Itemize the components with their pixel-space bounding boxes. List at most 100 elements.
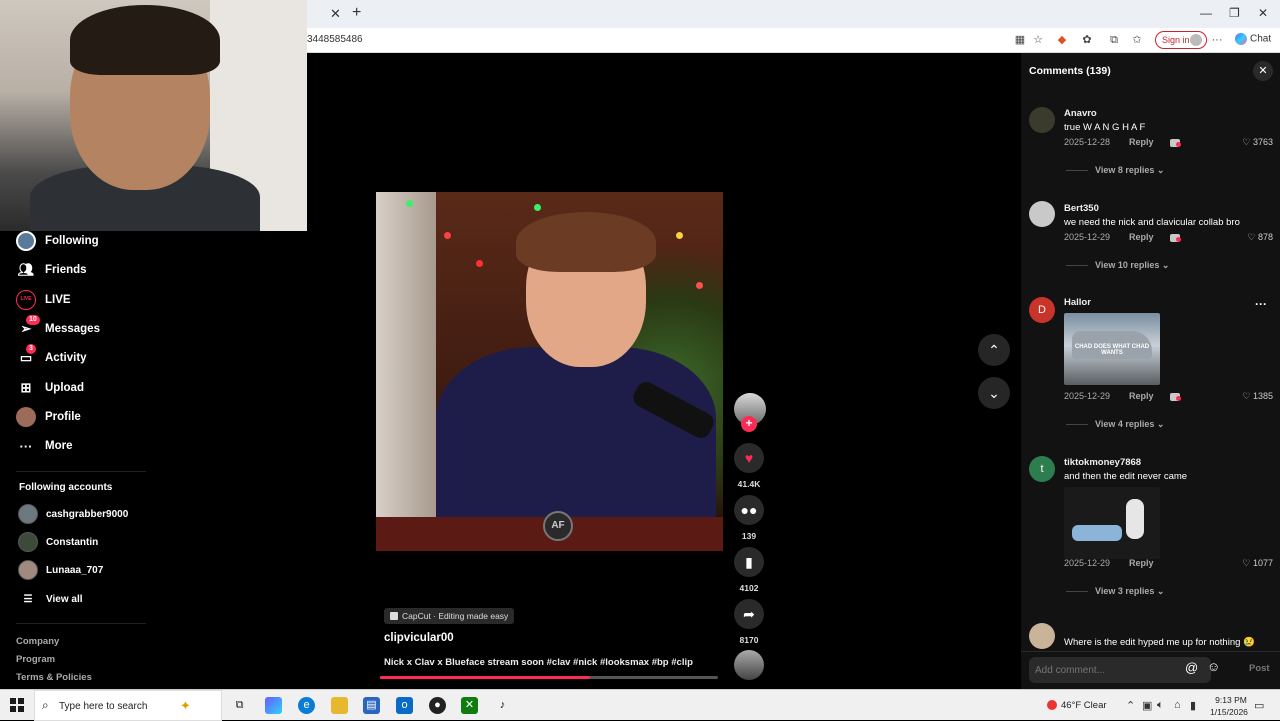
sidebar-item-more[interactable]: ··· More [16, 434, 73, 458]
comment-username[interactable]: Anavro [1064, 108, 1097, 119]
volume-icon[interactable]: 🔈︎ [1157, 699, 1164, 712]
christmas-light [696, 282, 703, 289]
next-video-chevron-down-icon[interactable]: ⌄ [978, 377, 1010, 409]
comment-avatar[interactable]: t [1029, 456, 1055, 482]
view-replies-button[interactable]: View 4 replies ⌄ [1095, 419, 1164, 430]
comment-image-meme[interactable]: CHAD DOES WHAT CHAD WANTS [1064, 313, 1160, 385]
minimize-icon[interactable]: — [1200, 6, 1212, 20]
post-button[interactable]: Post [1249, 663, 1270, 674]
comment-username[interactable]: tiktokmoney7868 [1064, 457, 1141, 468]
taskbar-search-box[interactable]: ⌕ Type here to search ✦ [34, 690, 222, 721]
tiktok-icon[interactable]: ♪ [494, 697, 511, 714]
task-view-icon[interactable]: ⧉ [231, 697, 248, 714]
extension-icon[interactable]: ◆ [1055, 33, 1069, 47]
footer-link-program[interactable]: Program [16, 654, 55, 665]
video-progress-bar[interactable] [380, 676, 718, 679]
view-replies-button[interactable]: View 8 replies ⌄ [1095, 165, 1164, 176]
following-account-item[interactable]: Lunaaa_707 [18, 560, 103, 580]
like-heart-icon[interactable]: ♥ [734, 443, 764, 473]
comment-more-options-icon[interactable]: ··· [1255, 297, 1267, 311]
comment-like-count[interactable]: ♡ 3763 [1221, 137, 1273, 148]
tray-chevron-up-icon[interactable]: ⌃ [1126, 699, 1135, 712]
weather-text: 46°F Clear [1061, 700, 1107, 711]
network-icon[interactable]: ⌂ [1174, 699, 1181, 711]
comment-date: 2025-12-29 [1064, 391, 1111, 401]
add-comment-bar: @ ☺ Post [1021, 651, 1280, 689]
following-account-item[interactable]: Constantin [18, 532, 98, 552]
christmas-light [444, 232, 451, 239]
notification-icon[interactable]: ▭ [1254, 699, 1264, 712]
extensions-puzzle-icon[interactable]: ✿ [1080, 33, 1094, 47]
emoji-icon[interactable]: ☺ [1207, 659, 1220, 674]
clock-date[interactable]: 1/15/2026 [1205, 707, 1253, 717]
close-window-icon[interactable]: ✕ [1258, 6, 1268, 20]
comment-avatar[interactable] [1029, 107, 1055, 133]
profile-avatar-icon [1190, 34, 1202, 46]
comment-input[interactable] [1029, 657, 1211, 683]
share-arrow-icon[interactable]: ➦ [734, 599, 764, 629]
close-tab-icon[interactable]: ✕ [330, 6, 341, 22]
comment-like-count[interactable]: ♡ 1077 [1221, 558, 1273, 569]
tray-app-icon[interactable]: ▣ [1142, 699, 1152, 712]
xbox-icon[interactable]: ✕ [461, 697, 478, 714]
footer-link-terms[interactable]: Terms & Policies [16, 672, 92, 683]
favorite-star-icon[interactable]: ☆ [1031, 33, 1045, 47]
sidebar-item-following[interactable]: Following [16, 229, 99, 253]
comment-bubble-icon[interactable]: ●● [734, 495, 764, 525]
favorites-icon[interactable]: ✩ [1130, 33, 1144, 47]
like-count-value: 1385 [1252, 391, 1273, 401]
file-explorer-icon[interactable] [331, 697, 348, 714]
video-author[interactable]: clipvicular00 [384, 632, 454, 644]
weather-widget[interactable]: 46°F Clear [1047, 700, 1107, 711]
reading-view-icon[interactable]: ▦ [1013, 33, 1027, 47]
comment-avatar[interactable] [1029, 201, 1055, 227]
reply-button[interactable]: Reply [1129, 137, 1154, 147]
new-tab-button[interactable]: + [352, 4, 361, 22]
bookmark-icon[interactable]: ▮ [734, 547, 764, 577]
mention-at-icon[interactable]: @ [1185, 660, 1198, 675]
view-replies-button[interactable]: View 10 replies ⌄ [1095, 260, 1169, 271]
reply-button[interactable]: Reply [1129, 558, 1154, 568]
capcut-badge[interactable]: CapCut · Editing made easy [384, 608, 515, 624]
music-disc-icon[interactable] [734, 650, 764, 680]
sidebar-item-live[interactable]: LIVE LIVE [16, 288, 71, 312]
video-player[interactable]: AF [376, 192, 723, 551]
follow-plus-button[interactable]: + [741, 416, 757, 432]
sign-in-button[interactable]: Sign in [1155, 31, 1207, 49]
url-text[interactable]: 3448585486 [307, 34, 363, 45]
comment-image-therapy-meme[interactable] [1064, 487, 1160, 559]
comment-avatar[interactable]: D [1029, 297, 1055, 323]
footer-link-company[interactable]: Company [16, 636, 59, 647]
reply-button[interactable]: Reply [1129, 232, 1154, 242]
sidebar-item-messages[interactable]: ➢ 10 Messages [16, 315, 100, 341]
sidebar-item-upload[interactable]: ⊞ Upload [16, 376, 84, 400]
microphone-icon[interactable]: ▮ [1190, 699, 1196, 712]
close-comments-icon[interactable]: ✕ [1253, 61, 1273, 81]
comment-like-count[interactable]: ♡ 1385 [1221, 391, 1273, 402]
video-wall [376, 192, 436, 551]
copilot-taskbar-icon[interactable] [265, 697, 282, 714]
clock-time[interactable]: 9:13 PM [1209, 695, 1253, 705]
following-account-item[interactable]: cashgrabber9000 [18, 504, 128, 524]
edge-browser-icon[interactable]: e [298, 697, 315, 714]
sidebar-item-friends[interactable]: 👥︎ Friends [16, 258, 87, 282]
app-icon[interactable]: ● [429, 697, 446, 714]
comment-username[interactable]: Hallor [1064, 297, 1091, 308]
microsoft-store-icon[interactable]: ▤ [363, 697, 380, 714]
view-all-accounts[interactable]: ☰ View all [18, 589, 83, 609]
restore-icon[interactable]: ❐ [1229, 6, 1240, 20]
sidebar-item-activity[interactable]: ▭ 3 Activity [16, 344, 87, 370]
view-replies-button[interactable]: View 3 replies ⌄ [1095, 586, 1164, 597]
outlook-icon[interactable]: o [396, 697, 413, 714]
more-menu-icon[interactable]: ··· [1210, 33, 1224, 47]
comment-avatar[interactable] [1029, 623, 1055, 649]
sidebar-item-profile[interactable]: Profile [16, 405, 81, 429]
windows-start-icon[interactable] [10, 698, 24, 712]
copilot-chat-button[interactable]: Chat [1235, 33, 1271, 45]
previous-video-chevron-up-icon[interactable]: ⌃ [978, 334, 1010, 366]
reply-button[interactable]: Reply [1129, 391, 1154, 401]
comment-like-count[interactable]: ♡ 878 [1221, 232, 1273, 243]
messages-badge: 10 [26, 315, 40, 325]
split-screen-icon[interactable]: ⧉ [1107, 33, 1121, 47]
comment-username[interactable]: Bert350 [1064, 203, 1099, 214]
